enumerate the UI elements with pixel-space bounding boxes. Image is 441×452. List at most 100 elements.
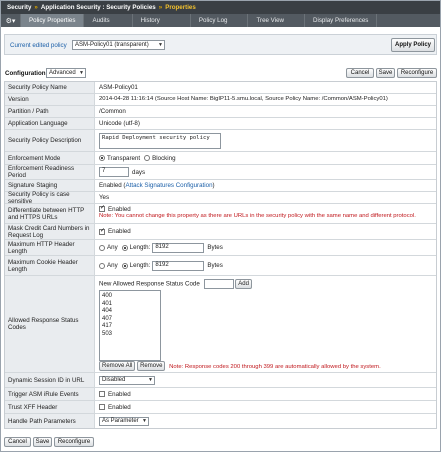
http-https-label: Enabled bbox=[108, 206, 131, 213]
row-irule-events: Trigger ASM iRule Events Enabled bbox=[5, 388, 436, 401]
staging-close: ) bbox=[212, 182, 215, 189]
chevron-down-icon: ▼ bbox=[148, 376, 153, 383]
tab-tree-view[interactable]: Tree View bbox=[248, 14, 305, 27]
transparent-radio[interactable] bbox=[99, 155, 105, 161]
policy-select-value: ASM-Policy01 (transparent) bbox=[75, 42, 149, 48]
cancel-button-bottom[interactable]: Cancel bbox=[4, 437, 31, 447]
row-policy-name: Security Policy Name ASM-Policy01 bbox=[5, 82, 436, 94]
response-codes-note: Note: Response codes 200 through 399 are… bbox=[169, 363, 381, 370]
row-case-sensitive: Security Policy is case sensitive Yes bbox=[5, 191, 436, 205]
row-readiness-period: Enforcement Readiness Period 7 days bbox=[5, 165, 436, 180]
breadcrumb: Security » Application Security : Securi… bbox=[1, 1, 440, 14]
attack-signatures-link[interactable]: Attack Signatures Configuration bbox=[126, 182, 213, 189]
cookie-length-input[interactable]: 8192 bbox=[152, 260, 205, 271]
list-item[interactable]: 404 bbox=[102, 308, 158, 316]
configuration-label: Configuration bbox=[5, 70, 46, 77]
save-button-bottom[interactable]: Save bbox=[33, 437, 52, 447]
header-length-radio[interactable] bbox=[121, 244, 128, 251]
row-session-id: Dynamic Session ID in URL Disabled ▼ bbox=[5, 373, 436, 388]
policy-name-value: ASM-Policy01 bbox=[95, 82, 436, 93]
reconfigure-button[interactable]: Reconfigure bbox=[397, 68, 437, 78]
tab-history[interactable]: History bbox=[133, 14, 191, 27]
header-bytes-label: Bytes bbox=[207, 244, 223, 251]
xff-checkbox[interactable] bbox=[99, 404, 105, 410]
chevron-down-icon: ▼ bbox=[142, 417, 147, 424]
row-label: Allowed Response Status Codes bbox=[5, 276, 95, 372]
configuration-mode-select[interactable]: Advanced ▼ bbox=[46, 68, 86, 78]
row-label: Application Language bbox=[5, 118, 95, 129]
breadcrumb-security[interactable]: Security bbox=[7, 4, 31, 11]
row-label: Enforcement Mode bbox=[5, 152, 95, 164]
header-length-label: Length: bbox=[129, 244, 151, 251]
row-label: Mask Credit Card Numbers in Request Log bbox=[5, 224, 95, 239]
breadcrumb-security-policies[interactable]: Application Security : Security Policies bbox=[41, 4, 156, 11]
row-label: Trigger ASM iRule Events bbox=[5, 388, 95, 400]
cookie-length-radio[interactable] bbox=[121, 262, 128, 269]
list-item[interactable]: 503 bbox=[102, 331, 158, 339]
gear-icon[interactable]: ⚙▾ bbox=[1, 14, 21, 27]
list-item[interactable]: 407 bbox=[102, 316, 158, 324]
chevron-down-icon: ▼ bbox=[79, 70, 84, 76]
session-id-select[interactable]: Disabled ▼ bbox=[99, 375, 155, 385]
cookie-length-label: Length: bbox=[129, 262, 151, 269]
row-label: Security Policy Name bbox=[5, 82, 95, 93]
add-status-code-button[interactable]: Add bbox=[235, 279, 252, 289]
row-label: Security Policy is case sensitive bbox=[5, 191, 95, 205]
list-item[interactable]: 401 bbox=[102, 301, 158, 309]
new-status-code-label: New Allowed Response Status Code bbox=[99, 280, 200, 288]
tab-policy-log[interactable]: Policy Log bbox=[191, 14, 249, 27]
session-id-value: Disabled bbox=[102, 376, 126, 383]
http-https-checkbox[interactable] bbox=[99, 205, 105, 213]
row-label: Differentiate between HTTP and HTTPS URL… bbox=[5, 204, 95, 223]
policy-select[interactable]: ASM-Policy01 (transparent) ▼ bbox=[72, 40, 165, 50]
configuration-header: Configuration Advanced ▼ Cancel Save Rec… bbox=[4, 67, 437, 80]
row-differentiate-http: Differentiate between HTTP and HTTPS URL… bbox=[5, 204, 436, 224]
tab-audits[interactable]: Audits bbox=[84, 14, 133, 27]
row-description: Security Policy Description Rapid Deploy… bbox=[5, 130, 436, 152]
reconfigure-button-bottom[interactable]: Reconfigure bbox=[54, 437, 94, 447]
tab-bar: ⚙▾ Policy Properties Audits History Poli… bbox=[1, 14, 440, 27]
cancel-button[interactable]: Cancel bbox=[346, 68, 374, 78]
irule-checkbox[interactable] bbox=[99, 391, 105, 397]
row-label: Maximum HTTP Header Length bbox=[5, 240, 95, 255]
path-parameters-select[interactable]: As Parameter ▼ bbox=[99, 416, 149, 426]
days-label: days bbox=[132, 168, 146, 176]
row-label: Partition / Path bbox=[5, 106, 95, 117]
language-value: Unicode (utf-8) bbox=[95, 118, 436, 129]
tab-display-preferences[interactable]: Display Preferences bbox=[305, 14, 378, 27]
row-enforcement-mode: Enforcement Mode Transparent Blocking bbox=[5, 152, 436, 165]
row-partition: Partition / Path /Common bbox=[5, 106, 436, 118]
blocking-radio[interactable] bbox=[144, 155, 151, 161]
breadcrumb-current: Properties bbox=[165, 4, 196, 11]
row-label: Trust XFF Header bbox=[5, 401, 95, 413]
header-any-label: Any bbox=[107, 244, 118, 251]
row-label: Dynamic Session ID in URL bbox=[5, 373, 95, 387]
save-button[interactable]: Save bbox=[376, 68, 395, 78]
properties-table: Security Policy Name ASM-Policy01 Versio… bbox=[4, 81, 437, 429]
path-parameters-value: As Parameter bbox=[102, 417, 139, 424]
header-length-input[interactable]: 8192 bbox=[152, 242, 205, 253]
cookie-bytes-label: Bytes bbox=[207, 262, 223, 269]
status-codes-listbox[interactable]: 400 401 404 407 417 503 bbox=[99, 290, 161, 361]
breadcrumb-separator: » bbox=[158, 4, 163, 11]
transparent-label: Transparent bbox=[107, 154, 141, 162]
remove-all-button[interactable]: Remove All bbox=[99, 361, 136, 371]
mask-cc-checkbox[interactable] bbox=[99, 228, 105, 235]
app-window: Security » Application Security : Securi… bbox=[0, 0, 441, 452]
list-item[interactable]: 417 bbox=[102, 323, 158, 331]
description-textarea[interactable]: Rapid Deployment security policy bbox=[99, 132, 221, 149]
apply-policy-button[interactable]: Apply Policy bbox=[391, 38, 435, 52]
remove-button[interactable]: Remove bbox=[137, 361, 166, 371]
row-label: Maximum Cookie Header Length bbox=[5, 256, 95, 275]
row-max-header-length: Maximum HTTP Header Length Any Length: 8… bbox=[5, 240, 436, 256]
list-item[interactable]: 400 bbox=[102, 293, 158, 301]
new-status-code-input[interactable] bbox=[203, 279, 234, 289]
readiness-days-input[interactable]: 7 bbox=[99, 167, 129, 177]
cookie-any-radio[interactable] bbox=[99, 262, 105, 269]
blocking-label: Blocking bbox=[152, 154, 176, 162]
xff-label: Enabled bbox=[108, 403, 131, 411]
tab-policy-properties[interactable]: Policy Properties bbox=[21, 14, 85, 27]
row-max-cookie-length: Maximum Cookie Header Length Any Length:… bbox=[5, 256, 436, 276]
header-any-radio[interactable] bbox=[99, 244, 105, 251]
row-version: Version 2014-04-28 11:16:14 (Source Host… bbox=[5, 94, 436, 106]
